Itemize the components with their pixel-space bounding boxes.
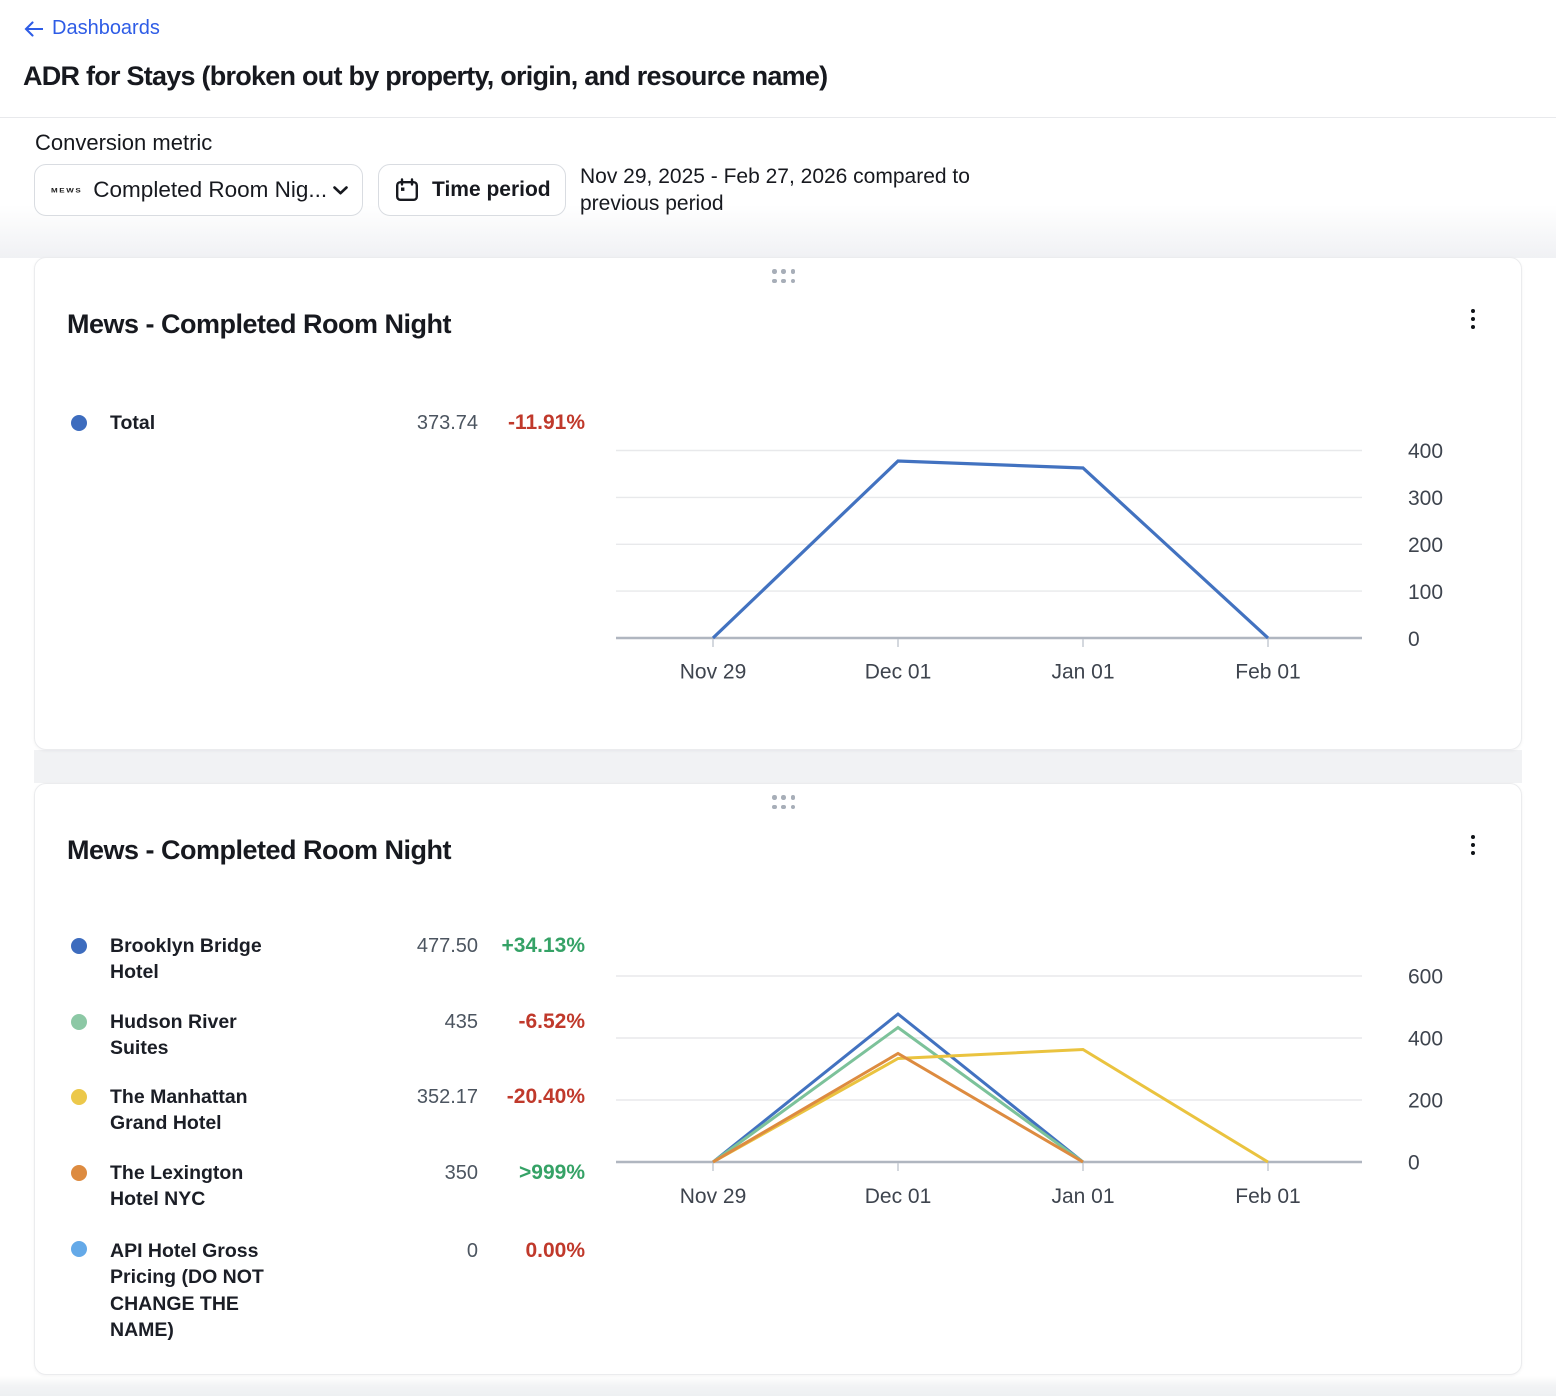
svg-text:400: 400: [1408, 1028, 1443, 1051]
svg-text:Jan 01: Jan 01: [1051, 1185, 1114, 1208]
svg-text:200: 200: [1408, 534, 1443, 557]
svg-text:300: 300: [1408, 487, 1443, 510]
svg-text:Jan 01: Jan 01: [1051, 661, 1114, 684]
svg-text:Dec 01: Dec 01: [865, 1185, 932, 1208]
svg-text:Nov 29: Nov 29: [680, 1185, 747, 1208]
svg-text:100: 100: [1408, 581, 1443, 604]
svg-text:200: 200: [1408, 1090, 1443, 1113]
svg-text:0: 0: [1408, 628, 1420, 651]
svg-text:Nov 29: Nov 29: [680, 661, 747, 684]
svg-text:0: 0: [1408, 1152, 1420, 1175]
svg-text:Feb 01: Feb 01: [1235, 1185, 1300, 1208]
svg-text:Feb 01: Feb 01: [1235, 661, 1300, 684]
svg-text:600: 600: [1408, 966, 1443, 989]
svg-text:Dec 01: Dec 01: [865, 661, 932, 684]
svg-text:400: 400: [1408, 440, 1443, 463]
